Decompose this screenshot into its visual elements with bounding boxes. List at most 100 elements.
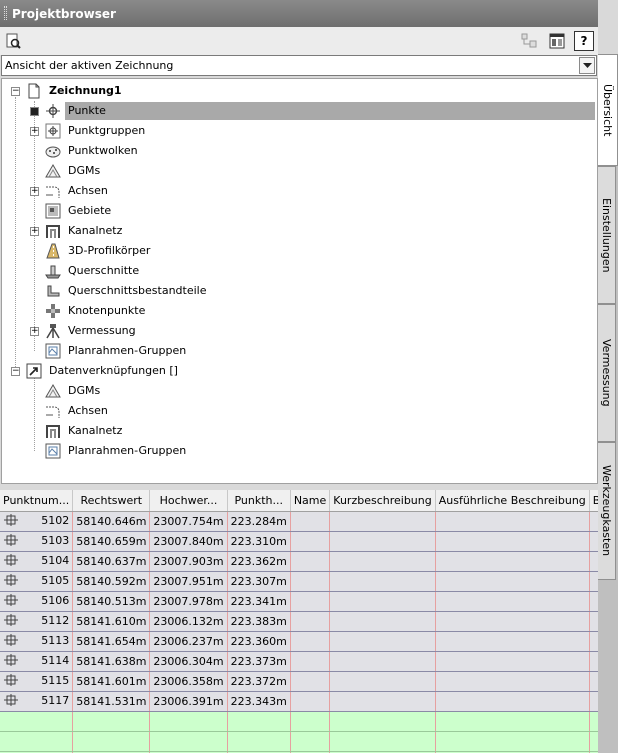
row-cell-empty[interactable]: [435, 531, 590, 552]
tree-node-ref-kanalnetz[interactable]: Kanalnetz: [45, 421, 125, 441]
tree-node-punkte[interactable]: Punkte: [45, 101, 595, 121]
row-cell[interactable]: 223.343m: [227, 691, 291, 712]
row-cell-punktnummer[interactable]: 5115: [0, 671, 74, 692]
row-cell-empty[interactable]: [290, 711, 331, 732]
tree-node-punktwolken[interactable]: Punktwolken: [45, 141, 141, 161]
tree-node-vermessung[interactable]: Vermessung: [45, 321, 139, 341]
row-cell-empty[interactable]: [435, 711, 590, 732]
row-cell[interactable]: 58140.637m: [72, 551, 151, 572]
table-row[interactable]: 5103 58140.659m 23007.840m 223.310m: [0, 531, 598, 552]
col-header-name[interactable]: Name: [290, 490, 331, 512]
row-cell-punktnummer[interactable]: 5104: [0, 551, 74, 572]
row-cell-empty[interactable]: [589, 511, 598, 532]
table-row[interactable]: 5105 58140.592m 23007.951m 223.307m: [0, 571, 598, 592]
row-cell-empty[interactable]: [290, 691, 331, 712]
tree-node-punktgruppen[interactable]: Punktgruppen: [45, 121, 148, 141]
row-cell[interactable]: 23006.358m: [149, 671, 228, 692]
col-header-kurzbeschreibung[interactable]: Kurzbeschreibung: [329, 490, 436, 512]
row-cell-empty[interactable]: [435, 631, 590, 652]
collapse-toggle[interactable]: −: [11, 367, 20, 376]
row-cell[interactable]: 223.284m: [227, 511, 291, 532]
row-cell[interactable]: 23006.132m: [149, 611, 228, 632]
row-cell-empty[interactable]: [329, 531, 436, 552]
row-cell-punktnummer[interactable]: 5106: [0, 591, 74, 612]
row-cell-empty[interactable]: [72, 731, 151, 752]
tree-node-root[interactable]: Zeichnung1: [26, 81, 125, 101]
row-cell-empty[interactable]: [329, 671, 436, 692]
view-select[interactable]: Ansicht der aktiven Zeichnung: [1, 55, 597, 76]
row-cell[interactable]: 223.310m: [227, 531, 291, 552]
row-cell[interactable]: 23006.237m: [149, 631, 228, 652]
row-cell-empty[interactable]: [290, 551, 331, 572]
help-icon[interactable]: ?: [574, 31, 594, 51]
row-cell[interactable]: 23007.951m: [149, 571, 228, 592]
row-cell-empty[interactable]: [290, 611, 331, 632]
table-row[interactable]: 5112 58141.610m 23006.132m 223.383m: [0, 611, 598, 632]
table-row-new[interactable]: [0, 711, 598, 732]
tree-node-planrahmen-gruppen[interactable]: Planrahmen-Gruppen: [45, 341, 189, 361]
row-cell[interactable]: 58141.638m: [72, 651, 151, 672]
row-cell-empty[interactable]: [290, 651, 331, 672]
row-cell-punktnummer[interactable]: 5113: [0, 631, 74, 652]
row-cell-empty[interactable]: [329, 731, 436, 752]
row-cell-punktnummer[interactable]: 5103: [0, 531, 74, 552]
expand-toggle[interactable]: +: [30, 187, 39, 196]
row-cell-punktnummer[interactable]: 5112: [0, 611, 74, 632]
row-cell-empty[interactable]: [290, 511, 331, 532]
tab-werkzeugkasten[interactable]: Werkzeugkasten: [598, 442, 616, 580]
row-cell-empty[interactable]: [435, 611, 590, 632]
inspect-icon[interactable]: [3, 31, 23, 51]
row-cell[interactable]: 23006.391m: [149, 691, 228, 712]
row-cell-empty[interactable]: [589, 691, 598, 712]
row-cell[interactable]: 58141.601m: [72, 671, 151, 692]
row-cell-empty[interactable]: [589, 611, 598, 632]
tab-vermessung[interactable]: Vermessung: [598, 304, 616, 442]
row-cell-empty[interactable]: [329, 651, 436, 672]
row-cell-empty[interactable]: [589, 711, 598, 732]
row-cell-punktnummer[interactable]: 5114: [0, 651, 74, 672]
row-cell-empty[interactable]: [290, 571, 331, 592]
col-header-more[interactable]: B: [589, 490, 598, 512]
tree-node-querschnittsbestandteile[interactable]: Querschnittsbestandteile: [45, 281, 210, 301]
row-cell-empty[interactable]: [227, 711, 291, 732]
row-cell-empty[interactable]: [329, 571, 436, 592]
table-row[interactable]: 5106 58140.513m 23007.978m 223.341m: [0, 591, 598, 612]
tree-node-querschnitte[interactable]: Querschnitte: [45, 261, 142, 281]
row-cell[interactable]: 23007.903m: [149, 551, 228, 572]
row-cell-empty[interactable]: [329, 611, 436, 632]
row-cell-empty[interactable]: [589, 591, 598, 612]
row-cell[interactable]: 58140.513m: [72, 591, 151, 612]
grid-view-icon[interactable]: [547, 31, 567, 51]
table-row[interactable]: 5102 58140.646m 23007.754m 223.284m: [0, 511, 598, 532]
tree-node-knotenpunkte[interactable]: Knotenpunkte: [45, 301, 148, 321]
row-cell-empty[interactable]: [435, 691, 590, 712]
row-cell-empty[interactable]: [589, 731, 598, 752]
expand-toggle[interactable]: +: [30, 227, 39, 236]
row-cell-empty[interactable]: [589, 531, 598, 552]
row-cell-empty[interactable]: [329, 691, 436, 712]
row-cell-empty[interactable]: [435, 671, 590, 692]
col-header-rechtswert[interactable]: Rechtswert: [72, 490, 151, 512]
tab-uebersicht[interactable]: Übersicht: [598, 54, 618, 166]
tree-node-kanalnetz[interactable]: Kanalnetz: [45, 221, 125, 241]
tree-layout-icon[interactable]: [519, 31, 539, 51]
row-cell-empty[interactable]: [329, 591, 436, 612]
row-cell-empty[interactable]: [329, 551, 436, 572]
grip-handle[interactable]: [4, 6, 7, 20]
row-cell[interactable]: 58141.610m: [72, 611, 151, 632]
row-cell-empty[interactable]: [435, 651, 590, 672]
row-cell-empty[interactable]: [329, 511, 436, 532]
table-row-new[interactable]: [0, 731, 598, 752]
row-cell[interactable]: 58140.659m: [72, 531, 151, 552]
row-cell[interactable]: 23006.304m: [149, 651, 228, 672]
row-cell-empty[interactable]: [290, 531, 331, 552]
row-cell-punktnummer[interactable]: 5105: [0, 571, 74, 592]
row-cell-empty[interactable]: [72, 711, 151, 732]
table-row[interactable]: 5113 58141.654m 23006.237m 223.360m: [0, 631, 598, 652]
table-row[interactable]: 5114 58141.638m 23006.304m 223.373m: [0, 651, 598, 672]
row-cell[interactable]: 223.362m: [227, 551, 291, 572]
tree-node-data-references[interactable]: Datenverknüpfungen []: [26, 361, 181, 381]
tree-node-gebiete[interactable]: Gebiete: [45, 201, 114, 221]
row-cell-empty[interactable]: [435, 571, 590, 592]
table-row[interactable]: 5115 58141.601m 23006.358m 223.372m: [0, 671, 598, 692]
